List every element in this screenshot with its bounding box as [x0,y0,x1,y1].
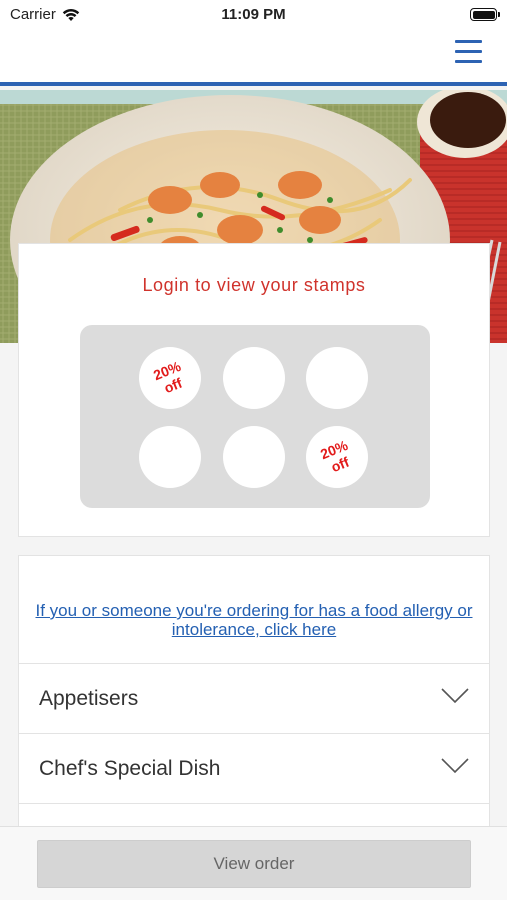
stamp-board: 20% off 20% off [80,325,430,508]
stamp-slot-6: 20% off [306,426,368,488]
status-time: 11:09 PM [221,6,286,23]
stamp-card-title[interactable]: Login to view your stamps [19,275,489,296]
allergy-info-link[interactable]: If you or someone you're ordering for ha… [33,601,475,639]
stamp-slot-2 [223,347,285,409]
hamburger-menu-icon[interactable] [455,40,482,64]
battery-icon [470,8,500,21]
category-row-appetisers[interactable]: Appetisers [19,663,489,733]
stamp-reward-text: 20% off [318,436,352,476]
nav-bar [0,30,507,86]
view-order-button[interactable]: View order [37,840,471,888]
stamp-slot-5 [223,426,285,488]
category-row-chefs-special[interactable]: Chef's Special Dish [19,733,489,803]
stamp-reward-text: 20% off [151,357,185,397]
menu-panel: If you or someone you're ordering for ha… [18,555,490,845]
category-label: Chef's Special Dish [39,757,221,780]
bottom-bar: View order [0,826,507,900]
category-label: Appetisers [39,687,139,710]
stamp-slot-1: 20% off [139,347,201,409]
stamp-card: Login to view your stamps 20% off 20% of… [18,243,490,537]
stamp-slot-3 [306,347,368,409]
chevron-down-icon [441,758,469,774]
stamp-slot-4 [139,426,201,488]
status-bar: Carrier 11:09 PM [0,0,507,30]
chevron-down-icon [441,688,469,704]
